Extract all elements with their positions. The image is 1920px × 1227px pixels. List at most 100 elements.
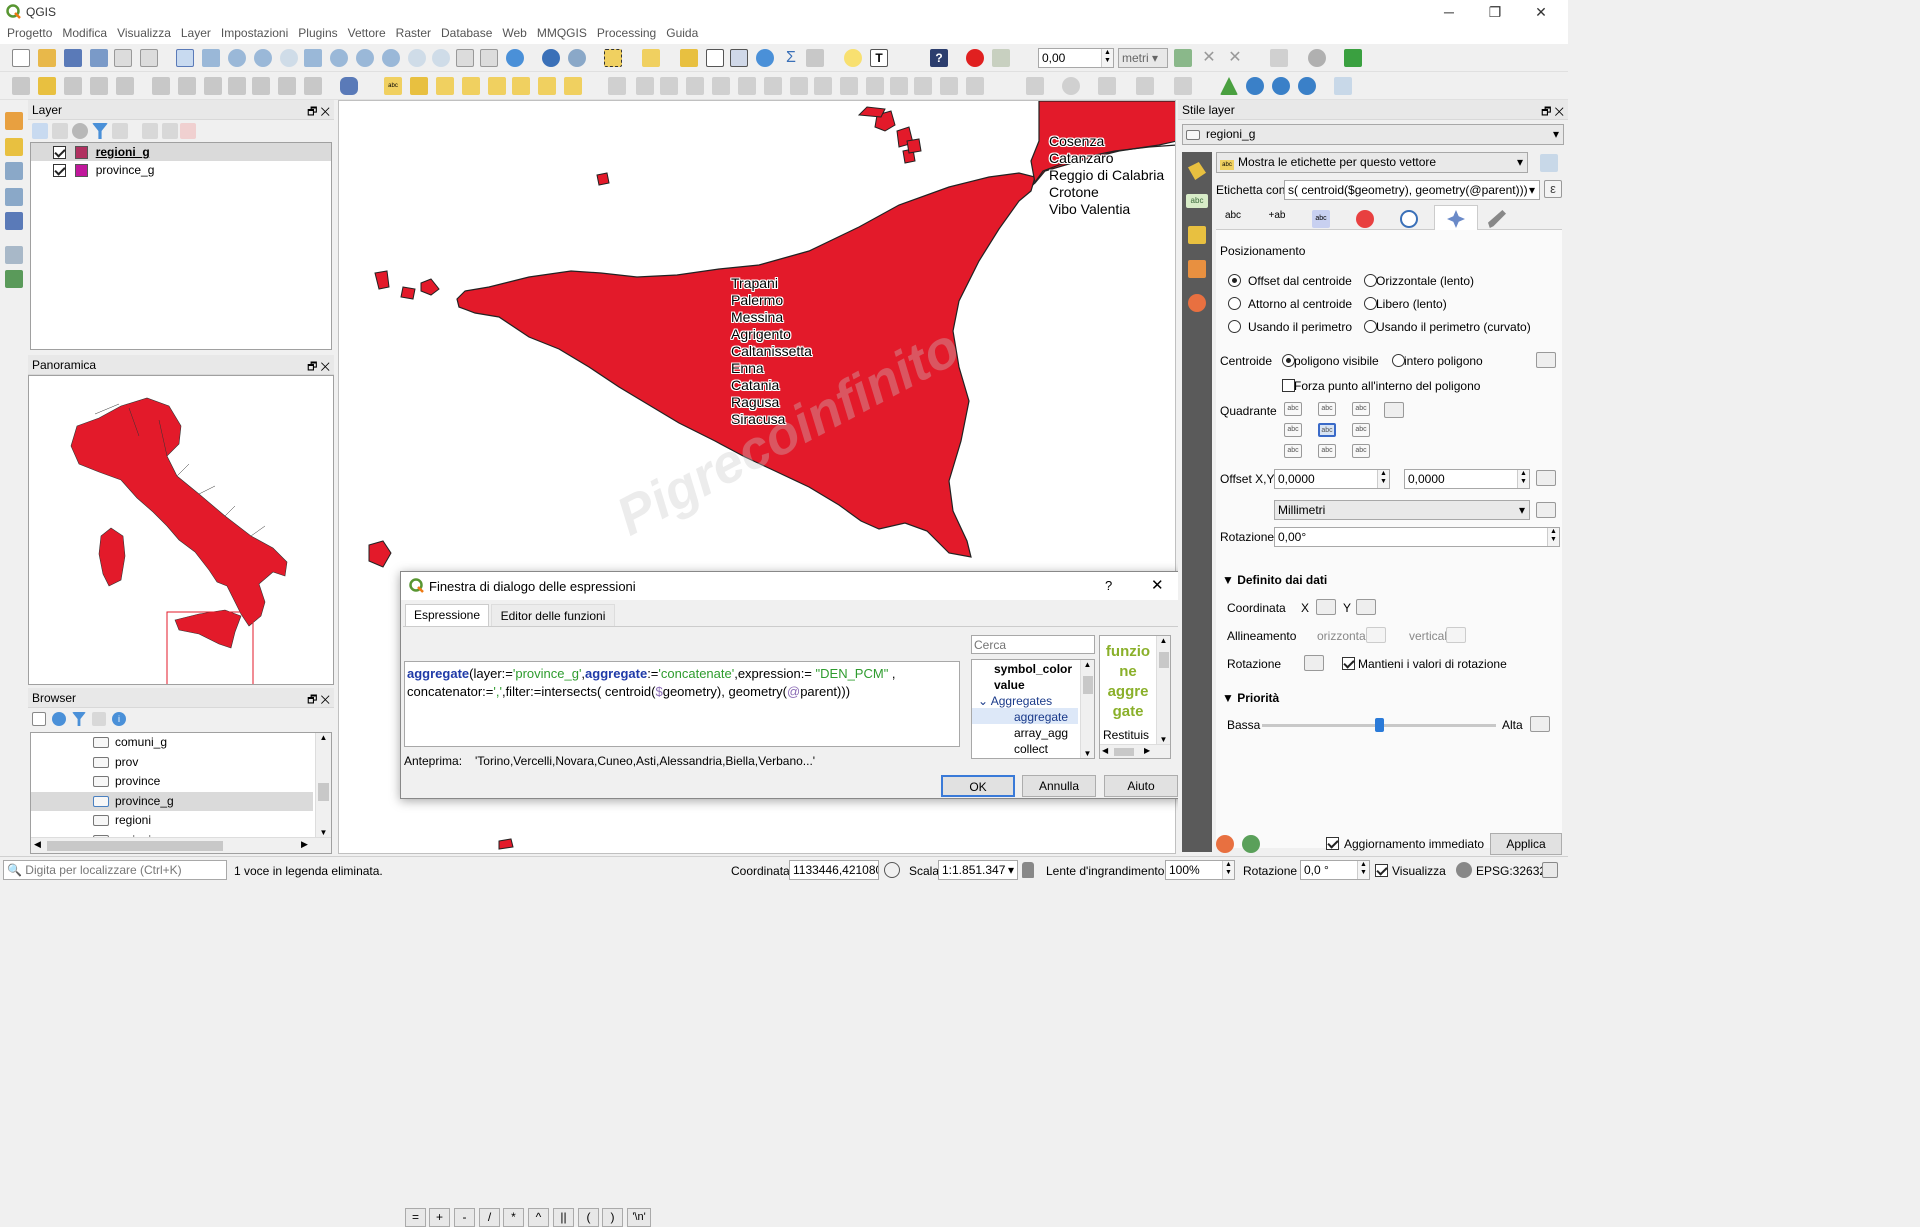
tab-espressione[interactable]: Espressione (405, 604, 489, 626)
digitize-tool-12-icon[interactable] (890, 77, 908, 95)
radio-offset-centroid[interactable] (1228, 274, 1241, 287)
data-defined-override-icon[interactable] (1356, 599, 1376, 615)
help-vscrollbar[interactable]: ▲ ▼ (1156, 636, 1170, 744)
copy-features-icon[interactable] (228, 77, 246, 95)
data-defined-override-icon[interactable] (1304, 655, 1324, 671)
snapping-tolerance-input[interactable]: 0,00 ▲ ▼ (1038, 48, 1114, 68)
offset-x-input[interactable]: 0,0000 ▲ ▼ (1274, 469, 1390, 489)
collapse-all-icon[interactable] (162, 123, 178, 139)
diagrams-icon[interactable] (1188, 260, 1206, 278)
style-layer-select[interactable]: regioni_g ▾ (1182, 124, 1564, 145)
shape-tool-2-icon[interactable] (1062, 77, 1080, 95)
function-search-input[interactable] (971, 635, 1095, 654)
browser-filter-icon[interactable] (72, 712, 86, 726)
digitize-tool-7-icon[interactable] (764, 77, 782, 95)
text-annotation-icon[interactable]: T (870, 49, 888, 67)
quadrant-top[interactable]: abc (1318, 402, 1336, 416)
browser-item[interactable]: comuni_g (31, 733, 331, 753)
history-icon[interactable] (1188, 294, 1206, 312)
digitize-tool-14-icon[interactable] (940, 77, 958, 95)
digitize-tool-1-icon[interactable] (608, 77, 626, 95)
data-defined-override-icon[interactable] (1384, 402, 1404, 418)
zoom-out-icon[interactable] (254, 49, 272, 67)
expression-editor[interactable]: aggregate(layer:='province_g',aggregate:… (404, 661, 960, 747)
menu-guida[interactable]: Guida (666, 24, 705, 44)
highlight-labels-icon[interactable] (436, 77, 454, 95)
pan-icon[interactable] (176, 49, 194, 67)
menu-layer[interactable]: Layer (181, 24, 218, 44)
ok-button[interactable]: OK (941, 775, 1015, 797)
refresh-icon[interactable] (506, 49, 524, 67)
live-update-checkbox[interactable] (1326, 837, 1339, 850)
layer-visibility-checkbox[interactable] (53, 146, 66, 160)
render-checkbox[interactable] (1375, 864, 1388, 877)
offset-units-select[interactable]: Millimetri ▾ (1274, 500, 1530, 520)
browser-vscrollbar[interactable]: ▲ ▼ (315, 733, 331, 837)
apply-button[interactable]: Applica (1490, 833, 1562, 855)
attribute-table-icon[interactable] (706, 49, 724, 67)
quadrant-bottom[interactable]: abc (1318, 444, 1336, 458)
select-by-value-icon[interactable] (642, 49, 660, 67)
snap-vertex-icon[interactable] (1174, 49, 1192, 67)
op-newline-button[interactable]: '\n' (627, 1208, 651, 1227)
3d-view-icon[interactable] (1188, 226, 1206, 244)
help-hscrollbar[interactable]: ◀ ▶ (1100, 744, 1170, 758)
deselect-icon[interactable] (680, 49, 698, 67)
digitize-tool-10-icon[interactable] (840, 77, 858, 95)
scale-input[interactable]: 1:1.851.347 ▾ (938, 860, 1018, 880)
data-defined-section[interactable]: ▼ Definito dai dati (1222, 573, 1327, 587)
op-equals-button[interactable]: = (405, 1208, 426, 1227)
placement-tab-active[interactable] (1434, 205, 1478, 230)
quadrant-top-right[interactable]: abc (1352, 402, 1370, 416)
globe-3-icon[interactable] (1298, 77, 1316, 95)
style-manager-icon[interactable] (32, 123, 48, 139)
shape-tool-3-icon[interactable] (1098, 77, 1116, 95)
snapping-units-select[interactable]: metri ▾ (1118, 48, 1168, 68)
function-item[interactable]: symbol_color (972, 660, 1094, 676)
paste-features-icon[interactable] (252, 77, 270, 95)
digitize-tool-2-icon[interactable] (636, 77, 654, 95)
lock-scale-icon[interactable] (1022, 862, 1034, 878)
redo-style-icon[interactable] (1242, 835, 1260, 853)
expression-epsilon-icon[interactable]: ε (1544, 180, 1562, 198)
snap-topology-icon[interactable]: ✕ (1226, 49, 1244, 67)
minimize-icon[interactable]: ─ (1426, 0, 1472, 24)
function-group-aggregates[interactable]: ⌄ Aggregates (972, 692, 1094, 708)
snapping-magnet-icon[interactable] (966, 49, 984, 67)
undo-style-icon[interactable] (1216, 835, 1234, 853)
field-calculator-icon[interactable] (730, 49, 748, 67)
delete-selected-icon[interactable] (178, 77, 196, 95)
data-source-manager-icon[interactable] (5, 112, 23, 130)
layout-manager-icon[interactable] (140, 49, 158, 67)
data-defined-override-icon[interactable] (1536, 502, 1556, 518)
menu-plugins[interactable]: Plugins (298, 24, 344, 44)
add-wms-icon[interactable] (5, 246, 23, 264)
settings-cog-icon[interactable] (568, 49, 586, 67)
function-item[interactable]: value (972, 676, 1094, 692)
tracing-icon[interactable] (1270, 49, 1288, 67)
shape-tool-4-icon[interactable] (1136, 77, 1154, 95)
print-layout-icon[interactable] (114, 49, 132, 67)
browser-collapse-icon[interactable] (92, 712, 106, 726)
digitize-tool-15-icon[interactable] (966, 77, 984, 95)
magnifier-input[interactable]: 100% ▲ ▼ (1165, 860, 1235, 880)
op-divide-button[interactable]: / (479, 1208, 500, 1227)
labels-abc-icon[interactable]: abc (1186, 194, 1208, 208)
select-features-icon[interactable] (604, 49, 622, 67)
digitize-tool-3-icon[interactable] (660, 77, 678, 95)
data-defined-override-icon[interactable] (1536, 470, 1556, 486)
filter-icon[interactable] (92, 123, 108, 139)
buffer-tab-icon[interactable]: abc (1312, 210, 1330, 228)
keep-rotation-checkbox[interactable] (1342, 657, 1355, 670)
label-mode-select[interactable]: abc Mostra le etichette per questo vettor… (1216, 152, 1528, 173)
rendering-tab-icon[interactable] (1488, 210, 1506, 228)
zoom-full-icon[interactable] (304, 49, 322, 67)
panel-float-close-icons[interactable]: 🗗 ✕ (1541, 103, 1564, 122)
menu-web[interactable]: Web (502, 24, 533, 44)
bookmark-icon[interactable] (480, 49, 498, 67)
op-power-button[interactable]: ^ (528, 1208, 549, 1227)
rotate-label-icon[interactable] (538, 77, 556, 95)
globe-1-icon[interactable] (1246, 77, 1264, 95)
rotation-input[interactable]: 0,00° ▲ ▼ (1274, 527, 1560, 547)
database-icon[interactable] (340, 77, 358, 95)
